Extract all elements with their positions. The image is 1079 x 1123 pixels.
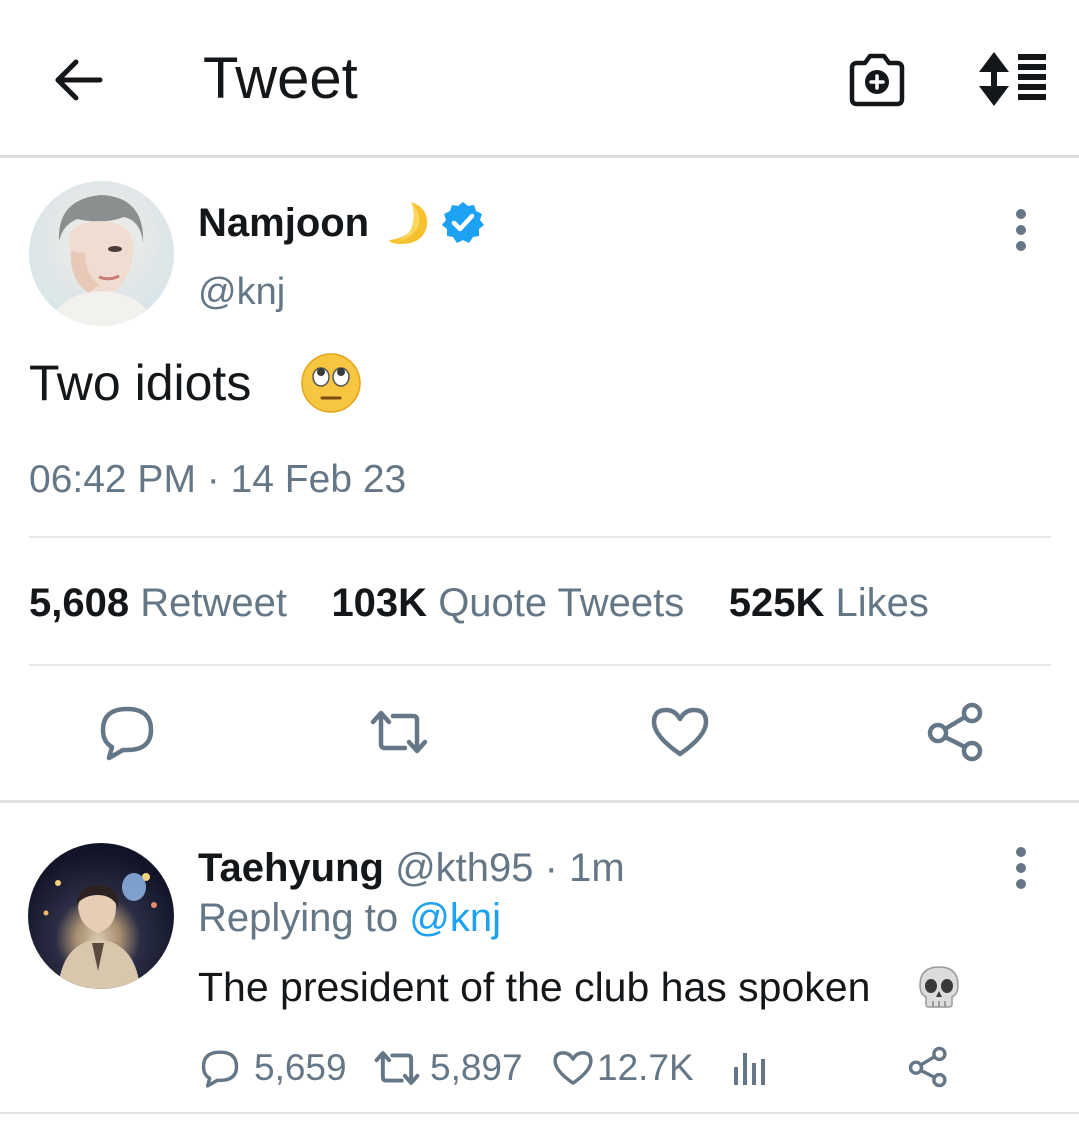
reply-retweet-count: 5,897 xyxy=(430,1047,523,1088)
quote-tweets-count: 103K xyxy=(331,581,428,625)
analytics-icon[interactable] xyxy=(730,1045,770,1089)
tweet-stats: 5,608 Retweet 103K Quote Tweets 525K Lik… xyxy=(29,578,929,628)
like-heart-icon xyxy=(553,1051,593,1085)
section-separator xyxy=(0,800,1079,803)
reply-retweet-button[interactable]: 5,897 xyxy=(370,1043,523,1093)
skull-emoji-icon xyxy=(916,964,962,1010)
reply-header: Taehyung @kth95 · 1m xyxy=(198,843,625,893)
share-icon[interactable] xyxy=(905,1045,949,1089)
retweet-icon[interactable] xyxy=(367,700,431,764)
reply-author-handle[interactable]: @kth95 xyxy=(395,846,533,890)
likes-count: 525K xyxy=(728,581,825,625)
verified-badge-icon xyxy=(440,200,486,246)
replying-to-label: Replying to xyxy=(198,896,399,940)
reply-text: The president of the club has spoken xyxy=(198,964,871,1010)
replying-to-handle-link[interactable]: @knj xyxy=(409,896,501,940)
author-avatar[interactable] xyxy=(29,181,174,326)
reply-author-name[interactable]: Taehyung xyxy=(198,846,384,890)
reply-like-button[interactable]: 12.7K xyxy=(551,1043,694,1093)
likes-label: Likes xyxy=(835,581,929,625)
page-title: Tweet xyxy=(203,46,358,111)
divider xyxy=(29,664,1051,666)
more-options-icon[interactable] xyxy=(1000,846,1042,890)
sort-list-icon[interactable] xyxy=(974,50,1048,108)
author-name[interactable]: Namjoon xyxy=(198,198,369,248)
author-handle[interactable]: @knj xyxy=(198,268,285,316)
top-app-bar xyxy=(0,0,1079,158)
share-icon[interactable] xyxy=(922,700,986,764)
reply-author-avatar[interactable] xyxy=(28,843,174,989)
tweet-text: Two idiots xyxy=(29,355,252,411)
divider xyxy=(0,1112,1079,1114)
like-heart-icon[interactable] xyxy=(648,700,712,764)
likes-stat[interactable]: 525K Likes xyxy=(729,581,929,625)
quote-tweets-stat[interactable]: 103K Quote Tweets xyxy=(331,581,684,625)
retweet-stat[interactable]: 5,608 Retweet xyxy=(29,581,287,625)
divider xyxy=(29,536,1051,538)
reply-reply-button[interactable]: 5,659 xyxy=(198,1043,347,1093)
more-options-icon[interactable] xyxy=(1000,208,1042,252)
reply-like-count: 12.7K xyxy=(597,1047,694,1088)
quote-tweets-label: Quote Tweets xyxy=(438,581,685,625)
reply-icon xyxy=(201,1050,239,1088)
rolling-eyes-emoji-icon xyxy=(300,352,362,414)
camera-add-icon[interactable] xyxy=(846,50,908,108)
retweet-icon xyxy=(374,1051,420,1085)
crescent-moon-icon xyxy=(385,198,431,248)
tweet-timestamp: 06:42 PM · 14 Feb 23 xyxy=(29,458,407,501)
reply-reply-count: 5,659 xyxy=(254,1047,347,1088)
retweet-count: 5,608 xyxy=(29,581,130,625)
replying-to-line: Replying to @knj xyxy=(198,893,501,943)
reply-time: · 1m xyxy=(544,846,625,890)
back-arrow-icon[interactable] xyxy=(50,52,108,108)
retweet-label: Retweet xyxy=(140,581,287,625)
reply-icon[interactable] xyxy=(95,700,159,764)
